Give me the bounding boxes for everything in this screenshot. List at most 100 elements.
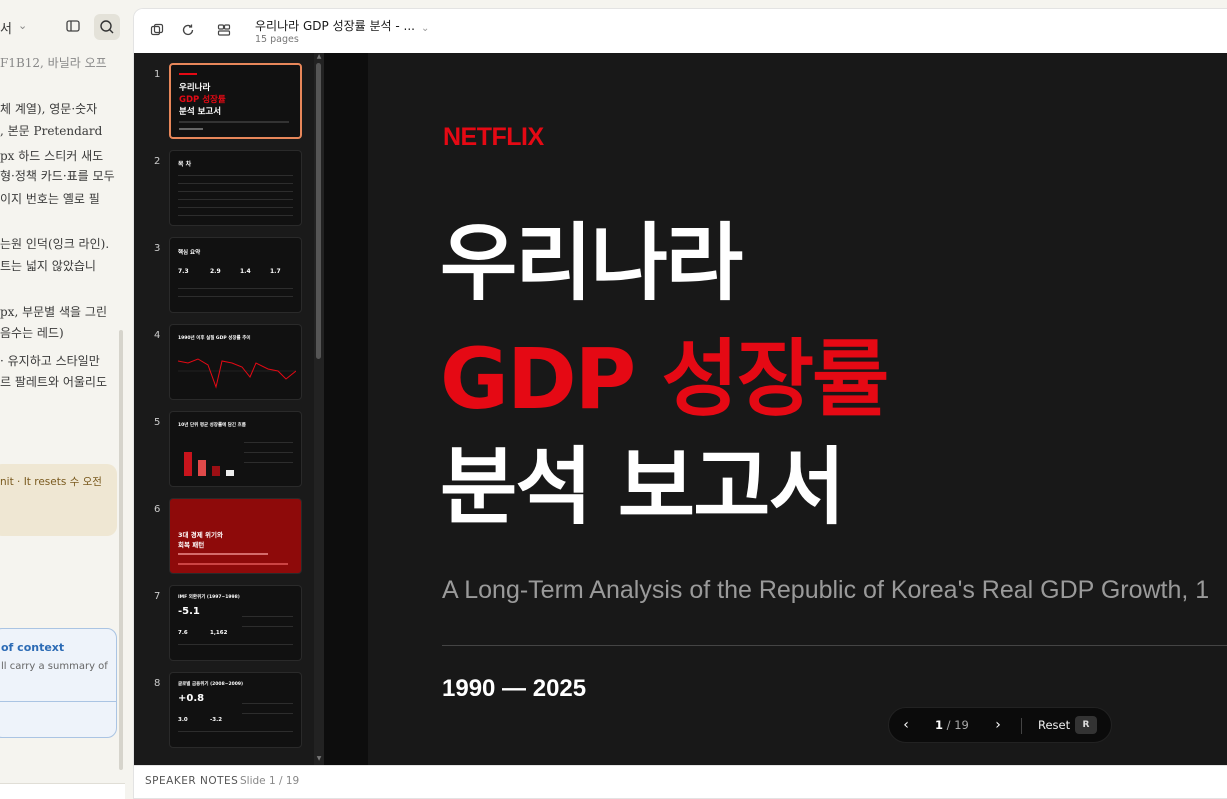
thumbnail-line (242, 616, 293, 617)
chat-panel: 서 ⌄ F1B12, 바닐라 오프 체 계열), 영문·숫자 , 본문 Pret… (0, 0, 133, 799)
thumbnail-line (179, 121, 289, 123)
thumbnail-preview[interactable]: 목 차 (169, 150, 302, 226)
thumbnail-number: 4 (154, 330, 161, 341)
thumbnail-line (178, 207, 293, 208)
chat-search-button[interactable] (94, 14, 120, 40)
thumbnail-preview[interactable]: 10년 단위 평균 성장률에 담긴 흐름 (169, 411, 302, 487)
refresh-icon[interactable] (179, 21, 197, 39)
thumbnail-slide-3[interactable]: 3 핵심 요약 7.3 2.9 1.4 1.7 (134, 237, 314, 315)
usage-limit-notice: nit · It resets 수 오전 (0, 464, 117, 536)
document-title[interactable]: 우리나라 GDP 성장률 분석 - ... (255, 17, 415, 34)
slide-viewer: 우리나라 GDP 성장률 분석 - ... 15 pages ⌄ 1 우리나라 … (133, 8, 1227, 799)
thumbnail-line (178, 191, 293, 192)
thumbnail-title: 회복 패턴 (178, 541, 205, 549)
thumbnail-line (242, 713, 293, 714)
thumbnail-stat: 1.7 (270, 268, 281, 275)
reset-shortcut-key: R (1075, 716, 1097, 734)
chevron-down-icon[interactable]: ⌄ (18, 19, 27, 32)
thumbnail-slide-7[interactable]: 7 IMF 외환위기 (1997~1998) -5.1 7.6 1,162 (134, 585, 314, 663)
copy-icon[interactable] (148, 21, 166, 39)
thumbnail-title: 1990년 이후 실질 GDP 성장률 추이 (178, 336, 251, 341)
thumbnail-slide-8[interactable]: 8 글로벌 금융위기 (2008~2009) +0.8 3.0 -3.2 (134, 672, 314, 750)
thumbnail-stat: 7.6 (178, 630, 188, 636)
thumbnail-preview[interactable]: IMF 외환위기 (1997~1998) -5.1 7.6 1,162 (169, 585, 302, 661)
chat-line: 형·정책 카드·표를 모두 (0, 169, 115, 183)
divider (1021, 718, 1022, 734)
chat-line: 음수는 레드) (0, 326, 64, 340)
chat-input-edge[interactable] (0, 783, 125, 799)
slide-subtitle: A Long-Term Analysis of the Republic of … (442, 576, 1210, 604)
context-title: of context (1, 641, 65, 654)
thumbnail-preview[interactable]: 3대 경제 위기와 회복 패턴 (169, 498, 302, 574)
chat-line: 체 계열), 영문·숫자 (0, 102, 98, 116)
chat-line: 트는 넓지 않았습니 (0, 259, 96, 273)
chat-line: 는원 인덕(잉크 라인). (0, 237, 110, 251)
thumbnail-title: 글로벌 금융위기 (2008~2009) (178, 682, 244, 687)
thumbnail-number: 1 (154, 69, 161, 80)
thumbnail-line (178, 183, 293, 184)
thumbnail-bar (198, 460, 206, 476)
reset-button[interactable]: Reset (1038, 718, 1070, 732)
thumbnail-scroll-thumb[interactable] (316, 63, 321, 359)
context-notice[interactable]: of context ll carry a summary of (0, 628, 117, 738)
thumbnail-line (178, 215, 293, 216)
chevron-down-icon[interactable]: ⌄ (421, 23, 429, 34)
context-description: ll carry a summary of (1, 661, 108, 672)
thumbnail-number: 2 (154, 156, 161, 167)
thumbnail-slide-5[interactable]: 5 10년 단위 평균 성장률에 담긴 흐름 (134, 411, 314, 489)
sidebar-toggle-icon[interactable] (66, 18, 84, 36)
slide-years: 1990 — 2025 (442, 675, 587, 702)
chat-line: 르 팔레트와 어울리도 (0, 375, 107, 389)
netflix-logo: NETFLIX (443, 123, 544, 151)
chat-line: · 유지하고 스타일만 (0, 354, 100, 368)
thumbnail-preview[interactable]: 글로벌 금융위기 (2008~2009) +0.8 3.0 -3.2 (169, 672, 302, 748)
page-count: 15 pages (255, 34, 299, 45)
thumbnail-line (178, 563, 288, 565)
thumbnail-strip[interactable]: 1 우리나라 GDP 성장률 분석 보고서 2 목 차 3 핵심 요약 7.3 … (134, 53, 324, 765)
thumbnail-line (242, 626, 293, 627)
chat-title[interactable]: 서 (0, 18, 12, 37)
thumbnail-line (178, 731, 293, 732)
chevron-left-icon[interactable]: ‹ (897, 716, 915, 734)
thumbnail-stat: -5.1 (178, 606, 200, 617)
slide-navigation: ‹ 1 / 19 › Reset R (888, 707, 1112, 743)
total-slides: / 19 (946, 718, 969, 732)
chat-line: F1B12, 바닐라 오프 (0, 56, 107, 70)
speaker-notes-bar[interactable]: SPEAKER NOTES Slide 1 / 19 (134, 765, 1227, 798)
chat-line: , 본문 Pretendard (0, 124, 103, 138)
chat-line: 이지 번호는 옐로 필 (0, 192, 100, 206)
divider (0, 701, 116, 702)
chevron-right-icon[interactable]: › (989, 716, 1007, 734)
speaker-notes-slide: Slide 1 / 19 (240, 775, 300, 787)
current-slide-number: 1 (935, 718, 944, 732)
thumbnail-slide-2[interactable]: 2 목 차 (134, 150, 314, 228)
thumbnail-preview[interactable]: 핵심 요약 7.3 2.9 1.4 1.7 (169, 237, 302, 313)
thumbnail-stat: 1,162 (210, 630, 228, 636)
thumbnail-stat: 7.3 (178, 268, 189, 275)
thumbnail-slide-4[interactable]: 4 1990년 이후 실질 GDP 성장률 추이 (134, 324, 314, 402)
thumbnail-preview[interactable]: 1990년 이후 실질 GDP 성장률 추이 (169, 324, 302, 400)
slide-counter: 1 / 19 (935, 718, 969, 732)
scroll-up-icon[interactable]: ▲ (314, 53, 324, 60)
thumbnail-preview[interactable]: 우리나라 GDP 성장률 분석 보고서 (169, 63, 302, 139)
thumbnail-number: 7 (154, 591, 161, 602)
slide-title-line3: 분석 보고서 (440, 438, 846, 536)
chat-line: px, 부문별 색을 그린 (0, 305, 107, 319)
thumbnail-stat: +0.8 (178, 693, 205, 704)
thumbnail-stat: 2.9 (210, 268, 221, 275)
chat-scrollbar[interactable] (119, 330, 123, 770)
thumbnail-mini-chart (178, 358, 296, 389)
viewer-header: 우리나라 GDP 성장률 분석 - ... 15 pages ⌄ (134, 9, 1227, 53)
slide-canvas: NETFLIX 우리나라 GDP 성장률 분석 보고서 A Long-Term … (324, 53, 1227, 765)
thumbnail-slide-6[interactable]: 6 3대 경제 위기와 회복 패턴 (134, 498, 314, 576)
thumbnail-slide-1[interactable]: 1 우리나라 GDP 성장률 분석 보고서 (134, 63, 314, 141)
thumbnail-line (178, 553, 268, 555)
thumbnail-number: 3 (154, 243, 161, 254)
thumbnail-stat: -3.2 (210, 717, 223, 723)
slide-title-line2: GDP 성장률 (440, 330, 889, 428)
thumbnail-title: GDP 성장률 (179, 95, 226, 105)
scroll-down-icon[interactable]: ▼ (314, 755, 324, 762)
thumbnail-line (242, 703, 293, 704)
layout-icon[interactable] (215, 21, 233, 39)
thumbnail-title: 목 차 (178, 161, 192, 168)
